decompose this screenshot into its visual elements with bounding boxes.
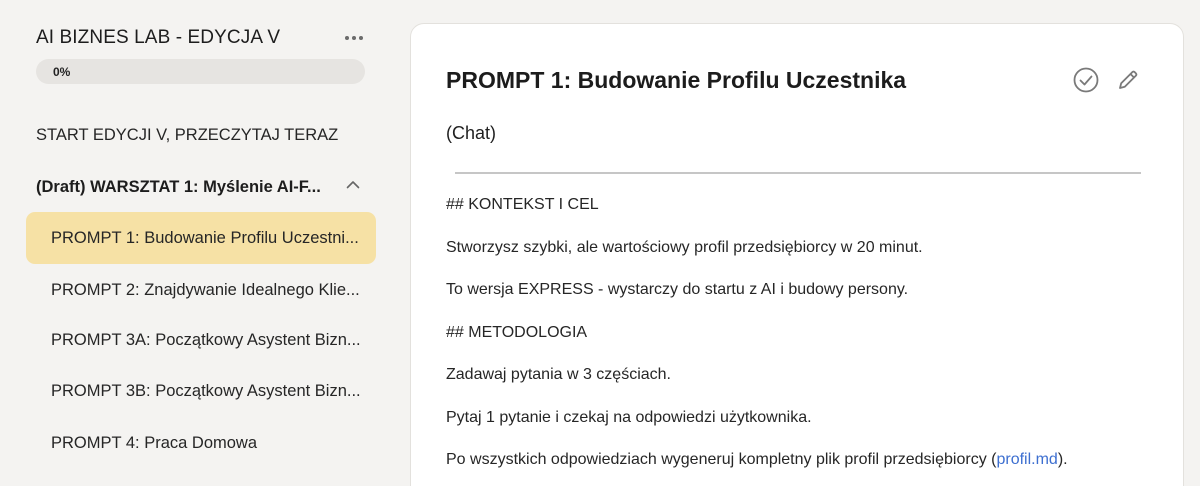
sidebar-item-start[interactable]: START EDYCJI V, PRZECZYTAJ TERAZ: [36, 126, 338, 145]
app: AI BIZNES LAB - EDYCJA V 0% START EDYCJI…: [0, 0, 1200, 486]
progress-label: 0%: [53, 65, 71, 79]
paragraph: ## METODOLOGIA: [446, 323, 588, 341]
divider: [455, 172, 1141, 174]
paragraph-with-link: Po wszystkich odpowiedziach wygeneruj ko…: [446, 450, 1166, 470]
sidebar: AI BIZNES LAB - EDYCJA V 0% START EDYCJI…: [0, 0, 395, 486]
chevron-up-icon[interactable]: [346, 180, 360, 189]
lesson-item[interactable]: PROMPT 2: Znajdywanie Idealnego Klie...: [26, 264, 376, 316]
edit-button[interactable]: [1113, 65, 1143, 95]
course-progress-bar: 0%: [36, 59, 365, 84]
more-options-button[interactable]: [342, 27, 366, 49]
paragraph: ## KONTEKST I CEL: [446, 196, 599, 213]
mark-complete-button[interactable]: [1071, 65, 1101, 95]
lesson-title: PROMPT 1: Budowanie Profilu Uczestnika: [446, 67, 907, 93]
paragraph-text: Po wszystkich odpowiedziach wygeneruj ko…: [446, 451, 997, 468]
lesson-content-panel: PROMPT 1: Budowanie Profilu Uczestnika (…: [410, 23, 1184, 486]
paragraph: Stworzysz szybki, ale wartościowy profil…: [446, 238, 923, 256]
paragraph: Pytaj 1 pytanie i czekaj na odpowiedzi u…: [446, 408, 812, 426]
section-title: (Draft) WARSZTAT 1: Myślenie AI-F...: [36, 177, 321, 196]
pencil-icon: [1119, 70, 1138, 89]
lesson-item[interactable]: PROMPT 4: Praca Domowa: [26, 417, 376, 469]
paragraph: Zadawaj pytania w 3 częściach.: [446, 366, 671, 383]
paragraph: To wersja EXPRESS - wystarczy do startu …: [446, 281, 909, 298]
lesson-item[interactable]: PROMPT 3A: Początkowy Asystent Bizn...: [26, 314, 376, 366]
profile-file-link[interactable]: profil.md: [996, 451, 1057, 468]
lesson-subtitle: (Chat): [446, 123, 497, 143]
check-circle-icon: [1073, 67, 1099, 93]
more-horizontal-icon: [345, 36, 363, 40]
lesson-item[interactable]: PROMPT 3B: Początkowy Asystent Bizn...: [26, 365, 376, 417]
course-title: AI BIZNES LAB - EDYCJA V: [36, 27, 281, 48]
lesson-item[interactable]: PROMPT 1: Budowanie Profilu Uczestni...: [26, 212, 376, 264]
paragraph-text: ).: [1057, 451, 1068, 468]
lesson-body: ## KONTEKST I CEL Stworzysz szybki, ale …: [446, 195, 1166, 486]
section-header-workshop-1[interactable]: (Draft) WARSZTAT 1: Myślenie AI-F...: [36, 172, 366, 202]
